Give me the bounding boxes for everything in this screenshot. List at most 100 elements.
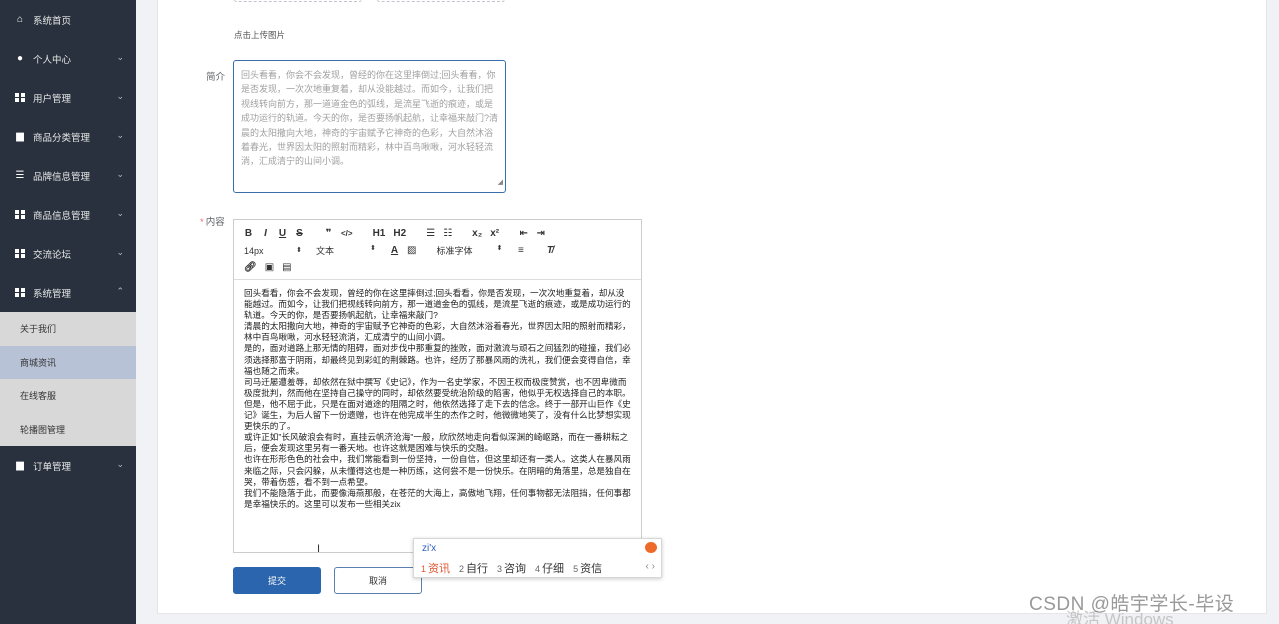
content-paragraph: 或许正如"长风破浪会有时，直挂云帆济沧海"一般，欣欣然地走向看似深渊的崎岖路，而…: [244, 432, 629, 454]
chevron-up-icon: ⌃: [116, 286, 124, 296]
chevron-down-icon: ⌄: [116, 208, 124, 218]
clear-format-icon[interactable]: T̸: [545, 245, 554, 256]
content-paragraph: 也许在形形色色的社会中，我们常能看到一份坚持，一份自信，但这里却还有一类人。这类…: [244, 454, 631, 487]
grid-icon: [14, 248, 26, 260]
sidebar-item-label: 交流论坛: [33, 249, 72, 261]
required-mark: *: [200, 217, 204, 228]
ime-logo-icon: [645, 542, 657, 553]
csdn-watermark: CSDN @皓宇学长-毕设: [1029, 594, 1235, 615]
form-panel: 点击上传图片 简介 回头看看，你会不会发现，曾经的你在这里摔倒过;回头看看，你是…: [157, 0, 1267, 614]
submenu-item-about[interactable]: 关于我们: [0, 312, 136, 346]
ime-composition: zi'x: [422, 543, 437, 554]
editor-toolbar: B I U S ❞ </> H1 H2 ☰ ☷ x₂ x² ⇤ ⇥ 14px ⬍…: [234, 220, 641, 280]
content-label: * 内容: [200, 217, 225, 228]
italic-button[interactable]: I: [261, 228, 270, 239]
ordered-list-button[interactable]: ☰: [426, 228, 435, 239]
content-paragraph: 我们不能隐落于此，而要像海燕那般，在苍茫的大海上，高傲地飞翔，任何事物都无法阻挡…: [244, 487, 631, 509]
content-paragraph: 清晨的太阳撒向大地，神奇的宇宙赋予它神奇的色彩，大自然沐浴着春光，世界因太阳的照…: [244, 321, 631, 343]
intro-text: 回头看看，你会不会发现，曾经的你在这里摔倒过;回头看看，你是否发现，一次次地重复…: [241, 70, 499, 167]
sidebar-item-label: 订单管理: [33, 461, 72, 473]
content-paragraph: 回头看看，你会不会发现，曾经的你在这里摔倒过;回头看看，你是否发现，一次次地重复…: [244, 288, 631, 321]
sidebar-item-label: 系统首页: [33, 15, 72, 27]
sidebar-item-label: 商品信息管理: [33, 210, 91, 222]
chevron-down-icon: ⌄: [116, 459, 124, 469]
font-color-icon[interactable]: A: [390, 245, 399, 256]
sidebar-item-label: 品牌信息管理: [33, 171, 91, 183]
cancel-button[interactable]: 取消: [334, 567, 422, 594]
sidebar-item-forum[interactable]: 交流论坛 ⌄: [0, 234, 136, 273]
header1-button[interactable]: H1: [373, 228, 386, 239]
underline-button[interactable]: U: [278, 228, 287, 239]
ime-candidate-popup[interactable]: zi'x 1 资讯 2 自行 3 咨询 4 仔细 5 资信 ‹ ›: [413, 538, 662, 578]
chevron-down-icon: ⌄: [116, 52, 124, 62]
sidebar-item-goods[interactable]: 商品信息管理 ⌄: [0, 195, 136, 234]
link-icon[interactable]: 🔗︎: [244, 262, 257, 273]
sidebar-item-brand[interactable]: ☰ 品牌信息管理 ⌄: [0, 156, 136, 195]
rich-text-editor[interactable]: B I U S ❞ </> H1 H2 ☰ ☷ x₂ x² ⇤ ⇥ 14px ⬍…: [233, 219, 642, 553]
resize-handle-icon[interactable]: ◢: [498, 176, 503, 190]
indent-button[interactable]: ⇥: [536, 228, 545, 239]
content-paragraph: 司马迁屡遭羞辱，却依然在狱中撰写《史记》，作为一名史学家，不因王权而极度赞赏，也…: [244, 376, 631, 432]
content-paragraph: 是的，面对道路上那无情的阻碍，面对步伐中那重复的挫败，面对激流与顽石之间猛烈的碰…: [244, 343, 631, 376]
monitor-icon: ▆: [16, 460, 24, 471]
subscript-button[interactable]: x₂: [472, 228, 482, 239]
ime-candidate-list: 1 资讯 2 自行 3 咨询 4 仔细 5 资信: [421, 560, 611, 576]
ime-candidate[interactable]: 1 资讯: [421, 560, 450, 576]
sidebar-item-profile[interactable]: ● 个人中心 ⌄: [0, 39, 136, 78]
text-cursor-icon: I: [317, 543, 321, 555]
grid-icon: [14, 287, 26, 299]
editor-content[interactable]: 回头看看，你会不会发现，曾经的你在这里摔倒过;回头看看，你是否发现，一次次地重复…: [234, 280, 641, 518]
ime-candidate[interactable]: 3 咨询: [497, 560, 526, 576]
sidebar-item-category[interactable]: ▆ 商品分类管理 ⌄: [0, 117, 136, 156]
display-icon: ▆: [16, 131, 24, 142]
select-arrow-icon: ⬍: [496, 245, 503, 252]
chevron-down-icon: ⌄: [116, 130, 124, 140]
submenu-item-news[interactable]: 商城资讯: [0, 345, 136, 379]
align-icon[interactable]: ≡: [516, 245, 525, 256]
sidebar-item-system[interactable]: 系统管理 ⌃: [0, 273, 136, 312]
image-upload-box[interactable]: [233, 0, 363, 2]
background-color-icon[interactable]: ▨: [407, 245, 416, 256]
submenu-item-carousel[interactable]: 轮播图管理: [0, 413, 136, 447]
toolbar-row-insert: 🔗︎ ▣ ▤: [244, 260, 631, 275]
select-arrow-icon: ⬍: [296, 246, 302, 254]
font-size-select[interactable]: 14px ⬍: [244, 246, 302, 256]
text-type-select[interactable]: 文本 ⬍: [316, 244, 376, 257]
intro-label: 简介: [206, 72, 226, 83]
sidebar-item-home[interactable]: ⌂ 系统首页: [0, 0, 136, 39]
ime-candidate[interactable]: 2 自行: [459, 560, 488, 576]
sliders-icon: ☰: [15, 170, 25, 181]
bold-button[interactable]: B: [244, 228, 253, 239]
header2-button[interactable]: H2: [393, 228, 406, 239]
bullet-list-button[interactable]: ☷: [443, 228, 452, 239]
sidebar: ⌂ 系统首页 ● 个人中心 ⌄ 用户管理 ⌄ ▆ 商品分类管理 ⌄ ☰ 品牌信息…: [0, 0, 136, 624]
sidebar-item-orders[interactable]: ▆ 订单管理 ⌄: [0, 446, 136, 485]
home-icon: ⌂: [16, 14, 24, 25]
image-upload-box-2[interactable]: [376, 0, 506, 2]
chevron-down-icon: ⌄: [116, 169, 124, 179]
ime-page-arrows[interactable]: ‹ ›: [646, 561, 655, 572]
sidebar-item-label: 个人中心: [33, 54, 72, 66]
grid-icon: [14, 209, 26, 221]
code-block-button[interactable]: </>: [341, 229, 353, 238]
font-family-select[interactable]: 标准字体 ⬍: [436, 244, 502, 257]
submenu-system: 关于我们 商城资讯 在线客服 轮播图管理: [0, 312, 136, 446]
chevron-down-icon: ⌄: [116, 247, 124, 257]
outdent-button[interactable]: ⇤: [519, 228, 528, 239]
chevron-down-icon: ⌄: [116, 91, 124, 101]
ime-candidate[interactable]: 5 资信: [573, 560, 602, 576]
image-icon[interactable]: ▣: [265, 262, 274, 273]
select-arrow-icon: ⬍: [370, 245, 376, 252]
strike-button[interactable]: S: [295, 228, 304, 239]
blockquote-button[interactable]: ❞: [324, 228, 333, 239]
intro-textarea[interactable]: 回头看看，你会不会发现，曾经的你在这里摔倒过;回头看看，你是否发现，一次次地重复…: [233, 60, 506, 193]
toolbar-row-style: 14px ⬍ 文本 ⬍ A ▨ 标准字体 ⬍ ≡ T̸: [244, 243, 631, 258]
toolbar-row-format: B I U S ❞ </> H1 H2 ☰ ☷ x₂ x² ⇤ ⇥: [244, 226, 631, 241]
sidebar-item-users[interactable]: 用户管理 ⌄: [0, 78, 136, 117]
video-icon[interactable]: ▤: [282, 262, 291, 273]
superscript-button[interactable]: x²: [490, 228, 499, 239]
submenu-item-service[interactable]: 在线客服: [0, 379, 136, 413]
grid-icon: [14, 92, 26, 104]
submit-button[interactable]: 提交: [233, 567, 321, 594]
ime-candidate[interactable]: 4 仔细: [535, 560, 564, 576]
